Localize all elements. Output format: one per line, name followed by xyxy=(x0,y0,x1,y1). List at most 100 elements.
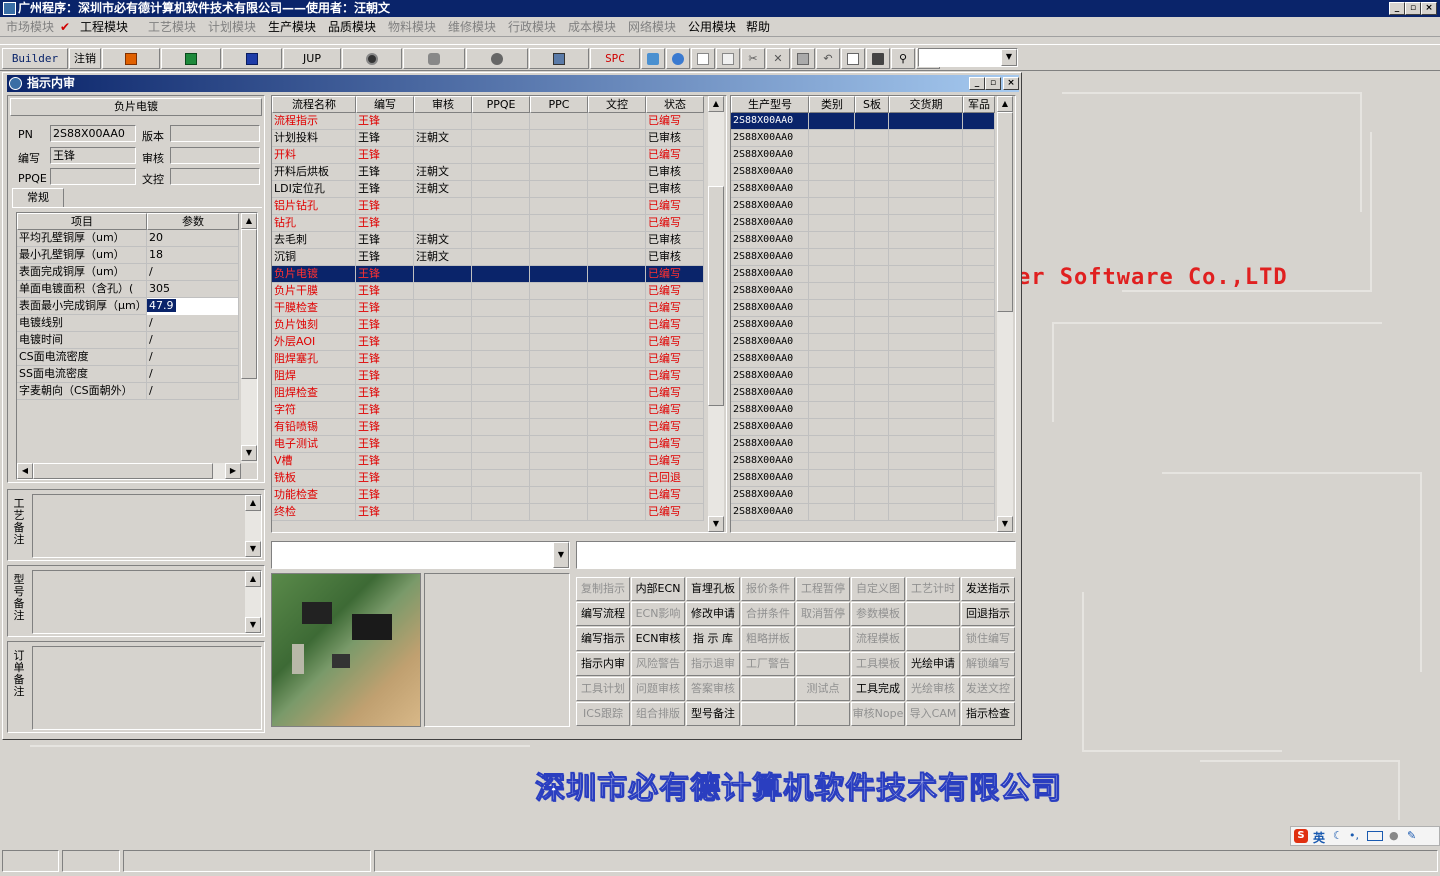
user-icon[interactable]: ● xyxy=(1389,829,1399,842)
remark-field[interactable] xyxy=(576,541,1016,569)
keyboard-icon[interactable] xyxy=(1367,831,1383,841)
model-row[interactable]: 2S88X00AA0 xyxy=(731,334,995,351)
action-button[interactable]: 粗略拼板 xyxy=(741,627,795,651)
flow-row[interactable]: 铝片钻孔 王锋 已编写 xyxy=(272,198,704,215)
param-value[interactable]: / xyxy=(147,315,239,332)
model-header-2[interactable]: S板 xyxy=(855,96,889,113)
action-button[interactable]: 自定义图 xyxy=(851,577,905,601)
scroll-thumb[interactable] xyxy=(708,186,724,406)
flow-row[interactable]: 终检 王锋 已编写 xyxy=(272,504,704,521)
model-row[interactable]: 2S88X00AA0 xyxy=(731,164,995,181)
action-button[interactable]: 工具模板 xyxy=(851,652,905,676)
model-row[interactable]: 2S88X00AA0 xyxy=(731,215,995,232)
punct-icon[interactable]: •, xyxy=(1349,829,1359,842)
param-row[interactable]: 平均孔壁铜厚（um） 20 xyxy=(17,230,239,247)
database-button[interactable] xyxy=(403,48,465,69)
menu-item-2[interactable]: 工艺模块 xyxy=(148,19,196,35)
flow-row[interactable]: 钻孔 王锋 已编写 xyxy=(272,215,704,232)
model-note-field[interactable]: ▲ ▼ xyxy=(32,570,262,634)
action-button[interactable] xyxy=(796,702,850,726)
flow-row[interactable]: 负片干膜 王锋 已编写 xyxy=(272,283,704,300)
flow-row[interactable]: 开料后烘板 王锋 汪朝文 已审核 xyxy=(272,164,704,181)
window-minimize-button[interactable]: _ xyxy=(969,77,985,90)
model-row[interactable]: 2S88X00AA0 xyxy=(731,130,995,147)
action-button[interactable]: 工艺计时 xyxy=(906,577,960,601)
menu-item-1[interactable]: 工程模块 xyxy=(80,19,128,35)
scroll-up-icon[interactable]: ▲ xyxy=(245,495,261,511)
flow-header-3[interactable]: PPQE xyxy=(472,96,530,113)
action-button[interactable]: 合拼条件 xyxy=(741,602,795,626)
pn-field[interactable]: 2S88X00AA0 xyxy=(50,125,136,142)
action-button[interactable]: 导入CAM xyxy=(906,702,960,726)
action-button[interactable]: 工厂警告 xyxy=(741,652,795,676)
model-header-4[interactable]: 军品 xyxy=(963,96,995,113)
delete-button[interactable]: ✕ xyxy=(766,48,790,69)
computer-button[interactable] xyxy=(529,48,589,69)
model-row[interactable]: 2S88X00AA0 xyxy=(731,453,995,470)
flow-row[interactable]: 铣板 王锋 已回退 xyxy=(272,470,704,487)
model-header-1[interactable]: 类别 xyxy=(809,96,855,113)
model-row[interactable]: 2S88X00AA0 xyxy=(731,419,995,436)
ime-mode[interactable]: 英 xyxy=(1313,829,1325,846)
model-row[interactable]: 2S88X00AA0 xyxy=(731,385,995,402)
action-button[interactable]: 复制指示 xyxy=(576,577,630,601)
action-button[interactable]: 工程暂停 xyxy=(796,577,850,601)
refresh-button[interactable] xyxy=(641,48,665,69)
undo-button[interactable]: ↶ xyxy=(816,48,840,69)
action-button[interactable] xyxy=(906,602,960,626)
spc-button[interactable]: SPC xyxy=(590,48,640,69)
action-button[interactable]: 解锁编写 xyxy=(961,652,1015,676)
save-button[interactable] xyxy=(791,48,815,69)
action-button[interactable]: 内部ECN xyxy=(631,577,685,601)
model-row[interactable]: 2S88X00AA0 xyxy=(731,402,995,419)
model-row[interactable]: 2S88X00AA0 xyxy=(731,351,995,368)
menu-item-3[interactable]: 计划模块 xyxy=(208,19,256,35)
doc-field[interactable] xyxy=(170,168,260,185)
action-button[interactable]: 锁住编写 xyxy=(961,627,1015,651)
param-hscroll[interactable]: ◀ ▶ xyxy=(17,463,241,479)
model-row[interactable]: 2S88X00AA0 xyxy=(731,147,995,164)
param-row[interactable]: 最小孔壁铜厚（um） 18 xyxy=(17,247,239,264)
flow-vscroll[interactable]: ▲ ▼ xyxy=(708,96,724,532)
action-button[interactable]: 回退指示 xyxy=(961,602,1015,626)
menu-item-4[interactable]: 生产模块 xyxy=(268,19,316,35)
moon-icon[interactable]: ☾ xyxy=(1333,829,1343,842)
action-button[interactable] xyxy=(741,677,795,701)
param-vscroll[interactable]: ▲ ▼ xyxy=(241,213,257,463)
param-value[interactable]: 20 xyxy=(147,230,239,247)
menu-item-11[interactable]: 公用模块 xyxy=(688,19,736,35)
scroll-up-icon[interactable]: ▲ xyxy=(708,96,724,112)
wrench-icon[interactable]: ✎ xyxy=(1407,829,1416,842)
action-button[interactable] xyxy=(796,627,850,651)
flow-row[interactable]: 电子测试 王锋 已编写 xyxy=(272,436,704,453)
param-row[interactable]: 表面完成铜厚（um） / xyxy=(17,264,239,281)
flow-row[interactable]: LDI定位孔 王锋 汪朝文 已审核 xyxy=(272,181,704,198)
action-button[interactable]: ECN审核 xyxy=(631,627,685,651)
action-button[interactable]: 审核Nope xyxy=(851,702,905,726)
param-value[interactable]: / xyxy=(147,332,239,349)
minimize-button[interactable]: _ xyxy=(1389,2,1405,15)
flow-row[interactable]: 字符 王锋 已编写 xyxy=(272,402,704,419)
action-button[interactable]: 指示退审 xyxy=(686,652,740,676)
action-button[interactable]: 风险警告 xyxy=(631,652,685,676)
menu-item-12[interactable]: 帮助 xyxy=(746,19,770,35)
tab-general[interactable]: 常规 xyxy=(12,188,64,208)
action-button[interactable] xyxy=(796,652,850,676)
param-value[interactable]: 47.9 xyxy=(147,298,239,315)
action-button[interactable]: 盲埋孔板 xyxy=(686,577,740,601)
action-button[interactable]: 报价条件 xyxy=(741,577,795,601)
flow-row[interactable]: 开料 王锋 已编写 xyxy=(272,147,704,164)
flow-row[interactable]: 去毛刺 王锋 汪朝文 已审核 xyxy=(272,232,704,249)
menu-item-8[interactable]: 行政模块 xyxy=(508,19,556,35)
param-value[interactable]: / xyxy=(147,264,239,281)
powerpoint-button[interactable] xyxy=(102,48,160,69)
network-button[interactable] xyxy=(466,48,528,69)
window-restore-button[interactable]: ▫ xyxy=(985,77,1001,90)
model-row[interactable]: 2S88X00AA0 xyxy=(731,249,995,266)
find-button[interactable]: ⚲ xyxy=(891,48,915,69)
new-button[interactable] xyxy=(691,48,715,69)
ppqe-field[interactable] xyxy=(50,168,136,185)
param-row[interactable]: SS面电流密度 / xyxy=(17,366,239,383)
writer-field[interactable]: 王锋 xyxy=(50,147,136,164)
flow-row[interactable]: 计划投料 王锋 汪朝文 已审核 xyxy=(272,130,704,147)
